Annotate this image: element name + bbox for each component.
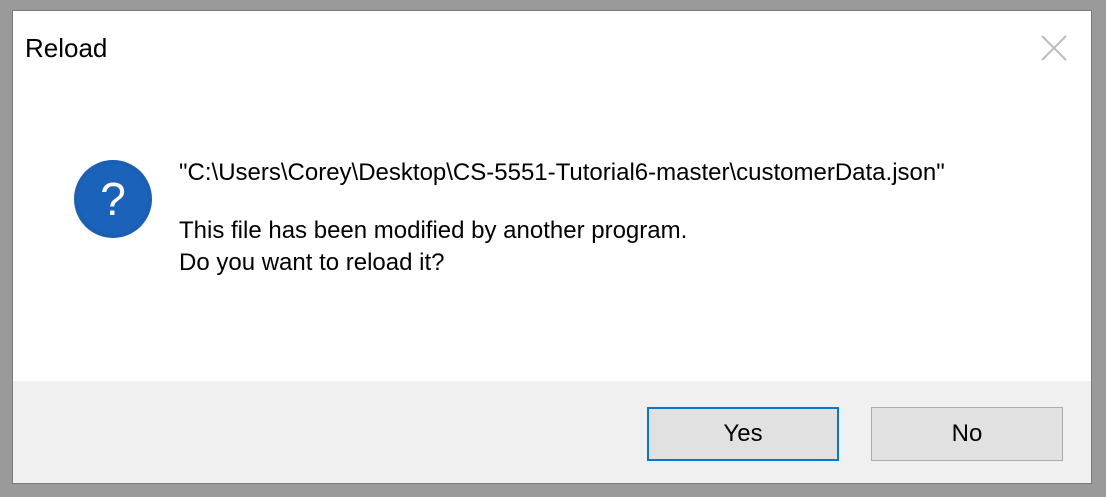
svg-text:?: ? <box>100 173 126 225</box>
title-bar: Reload <box>13 11 1091 85</box>
dialog-message: "C:\Users\Corey\Desktop\CS-5551-Tutorial… <box>179 157 1059 279</box>
reload-dialog: Reload ? "C:\Users\Corey\Desktop\CS-5551… <box>12 10 1092 484</box>
message-line-1: This file has been modified by another p… <box>179 217 688 244</box>
close-button[interactable] <box>1017 11 1091 85</box>
file-path-text: "C:\Users\Corey\Desktop\CS-5551-Tutorial… <box>179 159 945 186</box>
message-line-2: Do you want to reload it? <box>179 249 445 276</box>
yes-button[interactable]: Yes <box>647 407 839 461</box>
close-icon <box>1041 35 1067 61</box>
dialog-content: ? "C:\Users\Corey\Desktop\CS-5551-Tutori… <box>13 85 1091 381</box>
question-icon: ? <box>74 160 152 238</box>
no-button[interactable]: No <box>871 407 1063 461</box>
button-bar: Yes No <box>13 381 1091 483</box>
dialog-title: Reload <box>25 33 108 63</box>
